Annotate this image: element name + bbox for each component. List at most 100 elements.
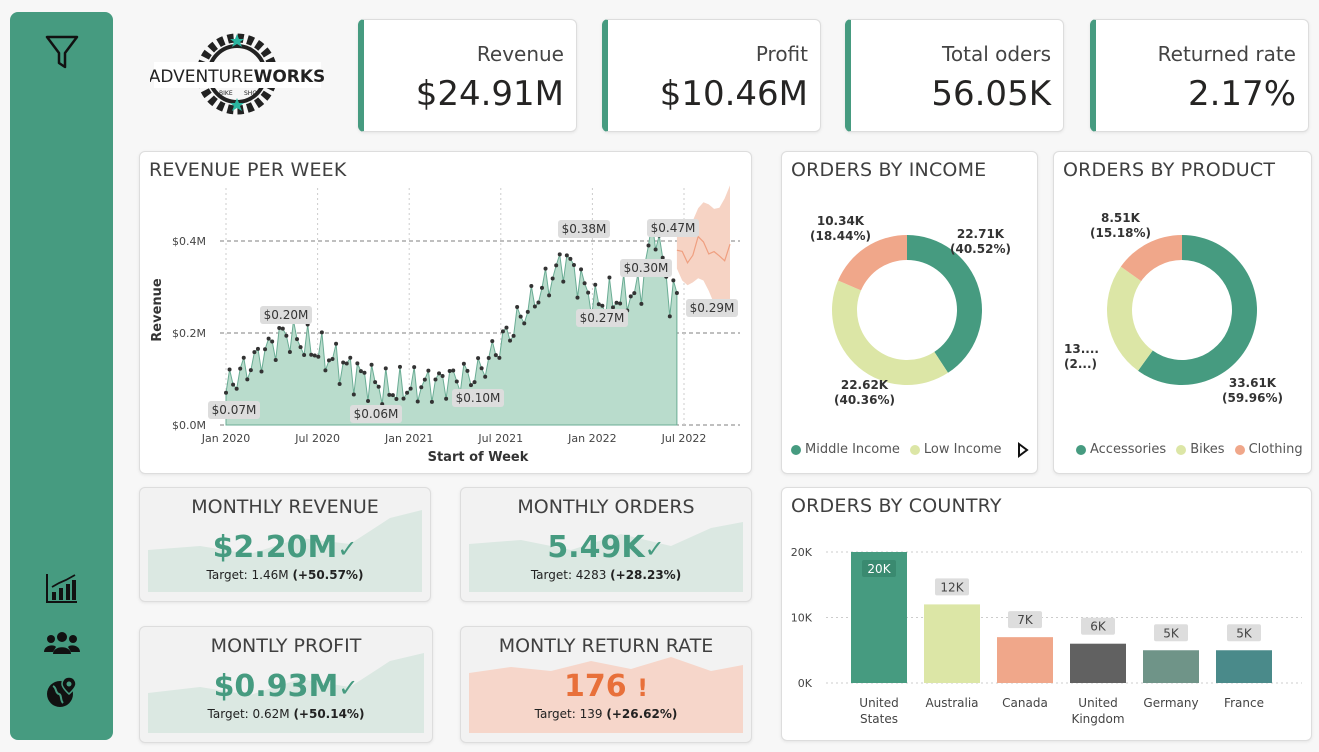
revenue-data-point (263, 347, 268, 352)
x-tick-label: States (860, 712, 898, 726)
data-label: $0.06M (350, 405, 402, 423)
card-value: $2.20M✓ (212, 530, 358, 565)
revenue-data-point (518, 314, 523, 319)
revenue-data-point (326, 358, 331, 363)
x-tick-label: Jul 2021 (477, 432, 523, 445)
bar-value-label: 5K (1236, 626, 1253, 640)
income-label-low: 22.62K (40.36%) (834, 378, 895, 407)
revenue-data-point (483, 374, 488, 379)
revenue-data-point (405, 390, 410, 395)
y-axis-label: Revenue (150, 278, 165, 342)
revenue-data-point (302, 353, 307, 358)
kpi-returned-rate-card[interactable]: Returned rate 2.17% (1090, 19, 1309, 132)
x-tick-label: United (859, 696, 898, 710)
revenue-data-point (437, 371, 442, 376)
kpi-revenue-card[interactable]: Revenue $24.91M (358, 19, 577, 132)
revenue-data-point (383, 366, 388, 371)
product-label-accessories: 33.61K (59.96%) (1222, 376, 1283, 405)
bar-value-label: 20K (867, 562, 891, 576)
revenue-data-point (547, 293, 552, 298)
revenue-data-point (422, 377, 427, 382)
card-value: 176 ! (563, 669, 649, 704)
revenue-data-point (646, 243, 651, 248)
revenue-data-point (607, 275, 612, 280)
bar (997, 637, 1053, 683)
legend-next-arrow-icon[interactable] (1017, 442, 1029, 462)
revenue-data-point (508, 338, 513, 343)
monthly-orders-card[interactable]: MONTHLY ORDERS 5.49K✓ Target: 4283 (+28.… (460, 487, 752, 602)
revenue-data-point (486, 355, 491, 360)
revenue-data-point (611, 305, 616, 310)
card-value: 5.49K✓ (547, 530, 665, 565)
monthly-revenue-card[interactable]: MONTHLY REVENUE $2.20M✓ Target: 1.46M (+… (139, 487, 431, 602)
data-label: $0.38M (558, 220, 610, 238)
kpi-label: Profit (755, 42, 808, 66)
x-tick-label: Kingdom (1071, 712, 1124, 726)
revenue-data-point (348, 355, 353, 360)
revenue-data-point (472, 380, 477, 385)
revenue-data-point (255, 346, 260, 351)
revenue-data-point (525, 309, 530, 314)
card-target: Target: 139 (+26.62%) (534, 707, 678, 721)
alert-icon: ! (637, 674, 649, 702)
revenue-data-point (373, 380, 378, 385)
checkmark-icon: ✓ (338, 674, 359, 702)
y-tick-label: 10K (791, 612, 813, 625)
orders-by-income-card[interactable]: ORDERS BY INCOME 22.71K (40.52%) 22.62K (4… (781, 151, 1038, 474)
revenue-data-point (479, 366, 484, 371)
monthly-profit-card[interactable]: MONTLY PROFIT $0.93M✓ Target: 0.62M (+50… (139, 626, 433, 743)
svg-text:BIKE: BIKE (219, 90, 233, 97)
data-label-text: $0.06M (354, 407, 399, 421)
y-tick-label: $0.0M (172, 419, 206, 432)
revenue-data-point (238, 366, 243, 371)
data-label: $0.30M (620, 259, 672, 277)
y-tick-label: $0.4M (172, 235, 206, 248)
revenue-data-point (319, 330, 324, 335)
legend-item-low-income[interactable]: Low Income (909, 442, 1002, 457)
orders-by-product-card[interactable]: ORDERS BY PRODUCT 33.61K (59.96%) 13....(… (1053, 151, 1312, 474)
card-title: MONTLY RETURN RATE (498, 635, 714, 657)
revenue-data-point (639, 301, 644, 306)
data-label-text: $0.38M (562, 222, 607, 236)
revenue-data-point (366, 399, 371, 404)
legend-item-bikes[interactable]: Bikes (1176, 442, 1225, 457)
users-icon[interactable] (10, 630, 113, 656)
income-legend: Middle Income Low Income (791, 442, 1012, 457)
revenue-data-point (234, 386, 239, 391)
bar-chart-icon[interactable] (10, 572, 113, 604)
bar-value-label: 12K (940, 580, 964, 594)
globe-pin-icon[interactable] (10, 676, 113, 710)
card-target: Target: 1.46M (+50.57%) (206, 568, 364, 582)
x-tick-label: Jul 2020 (294, 432, 340, 445)
x-tick-label: Jan 2021 (384, 432, 433, 445)
svg-text:SHOP: SHOP (244, 90, 261, 97)
revenue-per-week-card[interactable]: REVENUE PER WEEK $0.07M $0.20M $0.06M $0.10… (139, 151, 752, 474)
kpi-value: 56.05K (931, 74, 1051, 114)
revenue-data-point (529, 283, 534, 288)
revenue-data-point (575, 295, 580, 300)
orders-by-product-donut (1107, 235, 1257, 385)
revenue-data-point (408, 386, 413, 391)
kpi-total-orders-card[interactable]: Total oders 56.05K (845, 19, 1064, 132)
bar (1216, 650, 1272, 683)
legend-item-middle-income[interactable]: Middle Income (791, 442, 900, 457)
checkmark-icon: ✓ (337, 535, 358, 563)
checkmark-icon: ✓ (644, 535, 665, 563)
legend-item-accessories[interactable]: Accessories (1076, 442, 1166, 457)
revenue-data-point (280, 326, 285, 331)
filter-icon[interactable] (10, 34, 113, 72)
revenue-data-point (351, 392, 356, 397)
revenue-data-point (316, 354, 321, 359)
orders-by-country-card[interactable]: ORDERS BY COUNTRY 20K 10K 0K 20K United Stat… (781, 487, 1312, 741)
monthly-return-rate-card[interactable]: MONTLY RETURN RATE 176 ! Target: 139 (+2… (460, 626, 752, 743)
revenue-data-point (554, 263, 559, 268)
revenue-data-point (568, 256, 573, 261)
revenue-data-point (433, 377, 438, 382)
revenue-data-point (447, 369, 452, 374)
y-tick-label: 0K (798, 677, 813, 690)
kpi-profit-card[interactable]: Profit $10.46M (602, 19, 821, 132)
revenue-data-point (334, 341, 339, 346)
data-label-text: $0.30M (624, 261, 669, 275)
legend-item-clothing[interactable]: Clothing (1234, 442, 1303, 457)
revenue-data-point (270, 339, 275, 344)
